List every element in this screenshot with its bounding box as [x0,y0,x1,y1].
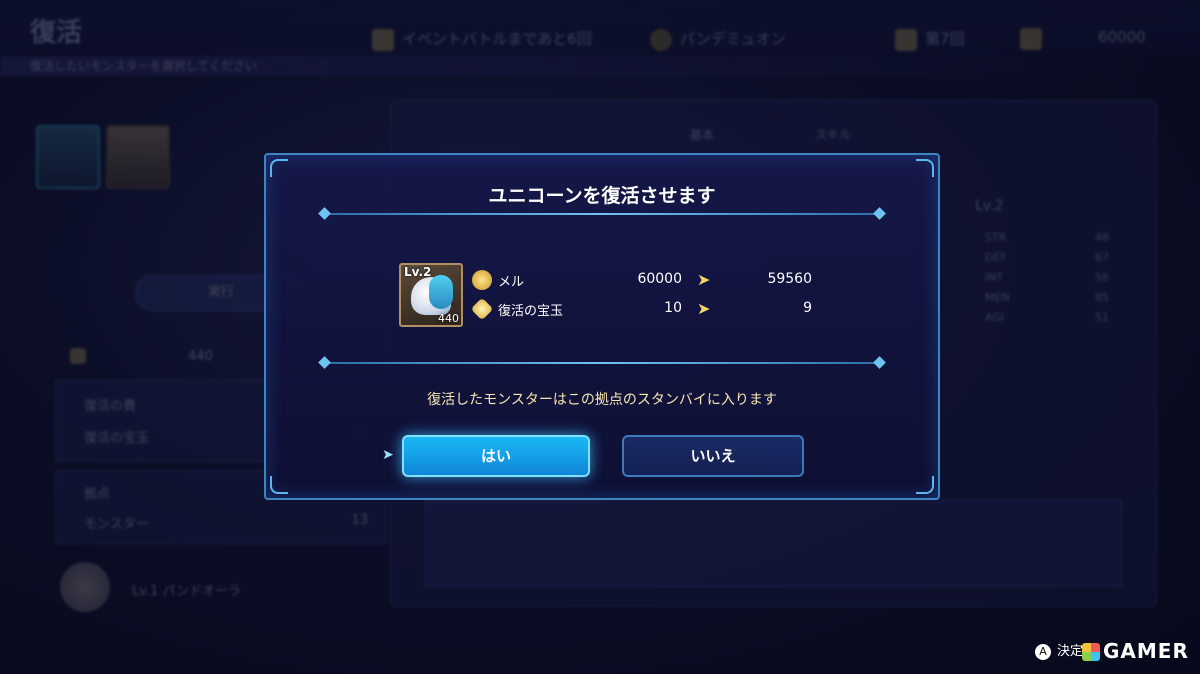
page-subtitle: 復活したいモンスターを選択してください [30,59,258,73]
gem-icon [470,297,494,321]
leader-row[interactable]: Lv.1 パンドオーラ [60,562,390,614]
money-value: 60000 [1098,28,1146,46]
a-button-icon: A [1035,644,1051,660]
frame-corner [270,159,288,177]
swords-icon [372,28,394,51]
tab-basic[interactable]: 基本 [690,126,714,143]
coin-icon [1020,28,1042,50]
cost-row-mel: メル 60000 ➤ 59560 [472,269,812,291]
monster-thumb-unicorn[interactable] [36,125,100,189]
resource-icon [70,348,86,364]
frame-corner [270,476,288,494]
gamer-logo-icon [1082,643,1100,661]
tab-skill[interactable]: スキル [815,126,851,143]
money-icon-wrap [1020,28,1050,50]
quill-icon [895,28,917,51]
emblem-icon [650,28,672,51]
no-button[interactable]: いいえ [622,435,804,477]
stats-labels: STR DEF INT MEN AGI [985,231,1010,324]
divider-top [324,213,880,215]
resource-row: 440 [70,348,213,364]
monster-thumb-2[interactable] [106,125,170,189]
leader-icon [60,562,110,612]
coin-icon [472,270,492,290]
dialog-note: 復活したモンスターはこの拠点のスタンバイに入ります [427,392,777,408]
detail-level: Lv.2 [975,198,1004,214]
arrow-right-icon: ➤ [697,270,711,289]
detail-lower-box [425,500,1122,587]
event-countdown: イベントバトルまであと6回 [372,28,592,51]
selection-cursor-icon: ➤ [382,447,394,463]
divider-bottom [324,362,880,364]
monster-portrait: Lv.2 440 [399,263,463,327]
arrow-right-icon: ➤ [697,299,711,318]
frame-corner [916,476,934,494]
footer-hint: A 決定 [1035,640,1083,660]
portrait-cost: 440 [438,312,459,325]
watermark-logo: GAMER [1082,639,1189,663]
page-title: 復活 [30,18,83,48]
portrait-level: Lv.2 [404,265,432,279]
unicorn-mane [429,275,453,309]
region-name: パンデミュオン [650,28,786,51]
dialog-title: ユニコーンを復活させます [488,185,716,207]
yes-button[interactable]: はい [402,435,590,477]
cost-row-gem: 復活の宝玉 10 ➤ 9 [470,297,812,321]
stats-values: 48 67 56 85 51 [1095,231,1109,324]
revive-confirm-dialog: ユニコーンを復活させます Lv.2 440 メル 60000 ➤ 59560 復… [264,153,940,500]
turn-counter: 第7回 [895,28,965,51]
frame-corner [916,159,934,177]
